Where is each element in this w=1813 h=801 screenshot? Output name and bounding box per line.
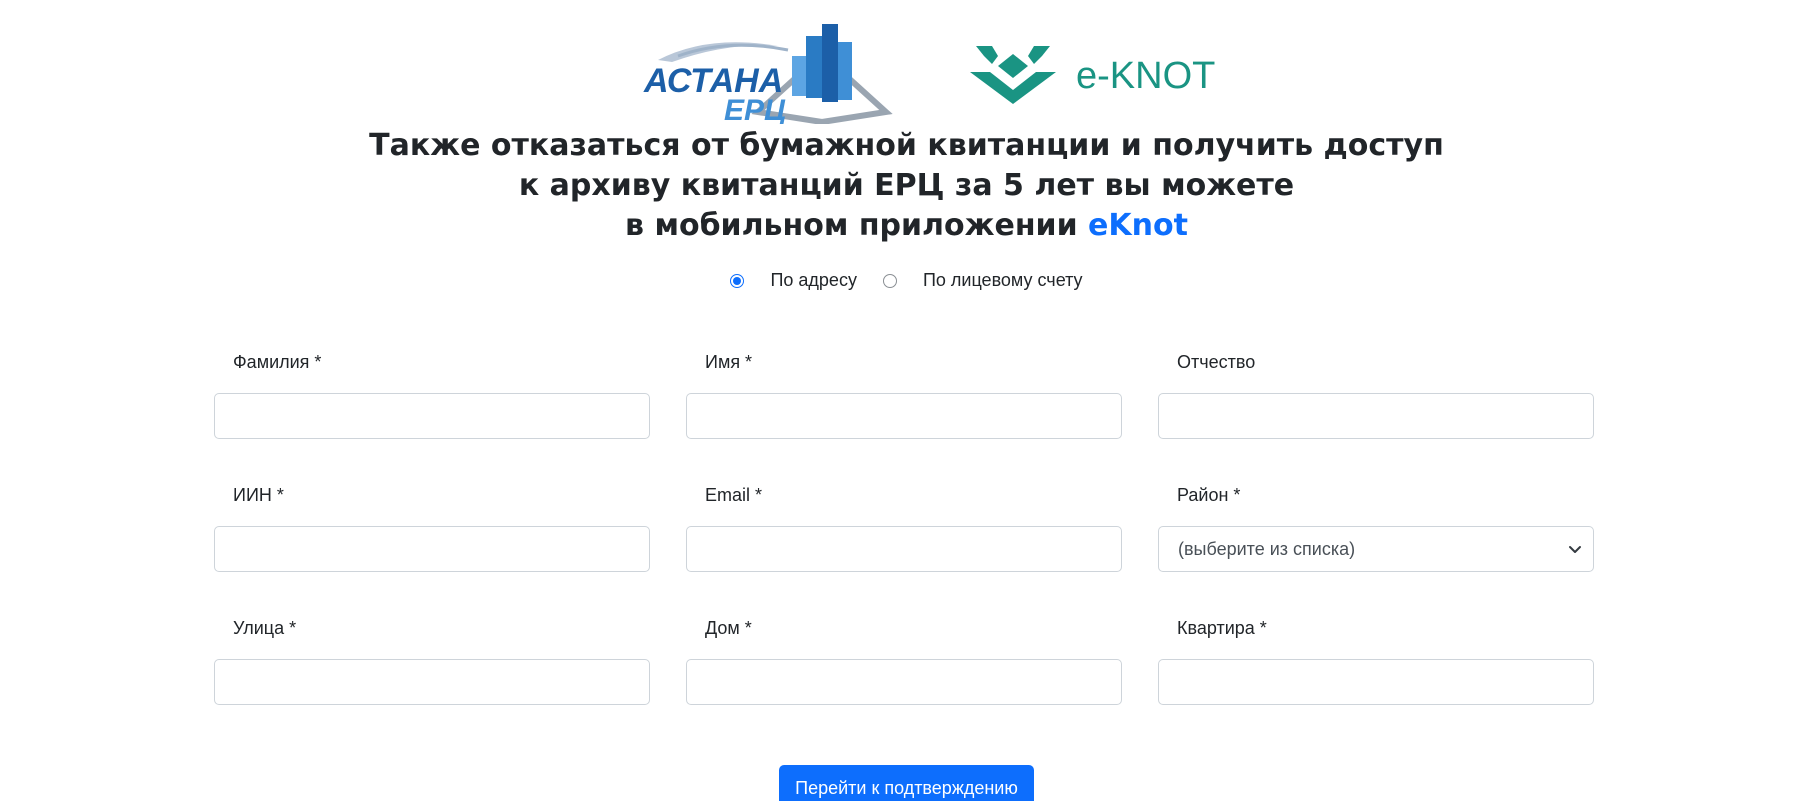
name-input[interactable] — [686, 393, 1122, 439]
email-input[interactable] — [686, 526, 1122, 572]
email-field-group: Email * — [686, 479, 1122, 612]
registration-form: Фамилия * Имя * Отчество ИИН * Email * Р… — [214, 346, 1594, 745]
page: АСТАНА ЕРЦ e-KNOT Также отказаться от бу… — [0, 0, 1813, 801]
patronymic-field-group: Отчество — [1158, 346, 1594, 479]
headline-line-1: Также отказаться от бумажной квитанции и… — [369, 128, 1444, 163]
apartment-input[interactable] — [1158, 659, 1594, 705]
apartment-field-group: Квартира * — [1158, 612, 1594, 745]
astana-logo-line2: ЕРЦ — [724, 94, 786, 124]
apartment-label: Квартира * — [1177, 618, 1267, 638]
name-label: Имя * — [705, 352, 753, 372]
proceed-to-confirmation-button[interactable]: Перейти к подтверждению — [779, 765, 1034, 801]
district-selected-value: (выберите из списка) — [1178, 538, 1356, 559]
district-select[interactable]: (выберите из списка) — [1158, 526, 1594, 572]
surname-input[interactable] — [214, 393, 650, 439]
headline-line-3: в мобильном приложении eKnot — [0, 206, 1813, 246]
radio-by-address-circle[interactable] — [730, 273, 745, 288]
page-title: Также отказаться от бумажной квитанции и… — [0, 126, 1813, 246]
name-field-group: Имя * — [686, 346, 1122, 479]
astana-erc-logo: АСТАНА ЕРЦ — [643, 24, 893, 124]
radio-by-account[interactable]: По лицевому счету — [882, 270, 1083, 291]
eknot-logo-text: e-KNOT — [1076, 55, 1215, 97]
logos-bar: АСТАНА ЕРЦ e-KNOT — [0, 16, 1813, 124]
search-mode-group: По адресу По лицевому счету — [0, 270, 1813, 291]
district-field-group: Район * (выберите из списка) — [1158, 479, 1594, 612]
street-input[interactable] — [214, 659, 650, 705]
street-label: Улица * — [233, 618, 297, 638]
house-field-group: Дом * — [686, 612, 1122, 745]
house-input[interactable] — [686, 659, 1122, 705]
patronymic-input[interactable] — [1158, 393, 1594, 439]
eknot-logo: e-KNOT — [970, 46, 1215, 104]
eknot-link[interactable]: eKnot — [1088, 208, 1188, 243]
radio-by-account-label[interactable]: По лицевому счету — [923, 270, 1083, 291]
email-label: Email * — [705, 485, 763, 505]
radio-by-address-label[interactable]: По адресу — [770, 270, 856, 291]
house-label: Дом * — [705, 618, 752, 638]
surname-field-group: Фамилия * — [214, 346, 650, 479]
headline-line-2: к архиву квитанций ЕРЦ за 5 лет вы может… — [518, 168, 1295, 203]
headline-line-3-prefix: в мобильном приложении — [625, 208, 1089, 243]
radio-by-address[interactable]: По адресу — [730, 270, 857, 291]
chevron-down-icon — [1569, 546, 1581, 553]
submit-row: Перейти к подтверждению — [0, 765, 1813, 801]
iin-field-group: ИИН * — [214, 479, 650, 612]
patronymic-label: Отчество — [1177, 352, 1256, 372]
surname-label: Фамилия * — [233, 352, 322, 372]
district-label: Район * — [1177, 485, 1241, 505]
iin-input[interactable] — [214, 526, 650, 572]
street-field-group: Улица * — [214, 612, 650, 745]
iin-label: ИИН * — [233, 485, 284, 505]
radio-by-account-circle[interactable] — [882, 273, 897, 288]
